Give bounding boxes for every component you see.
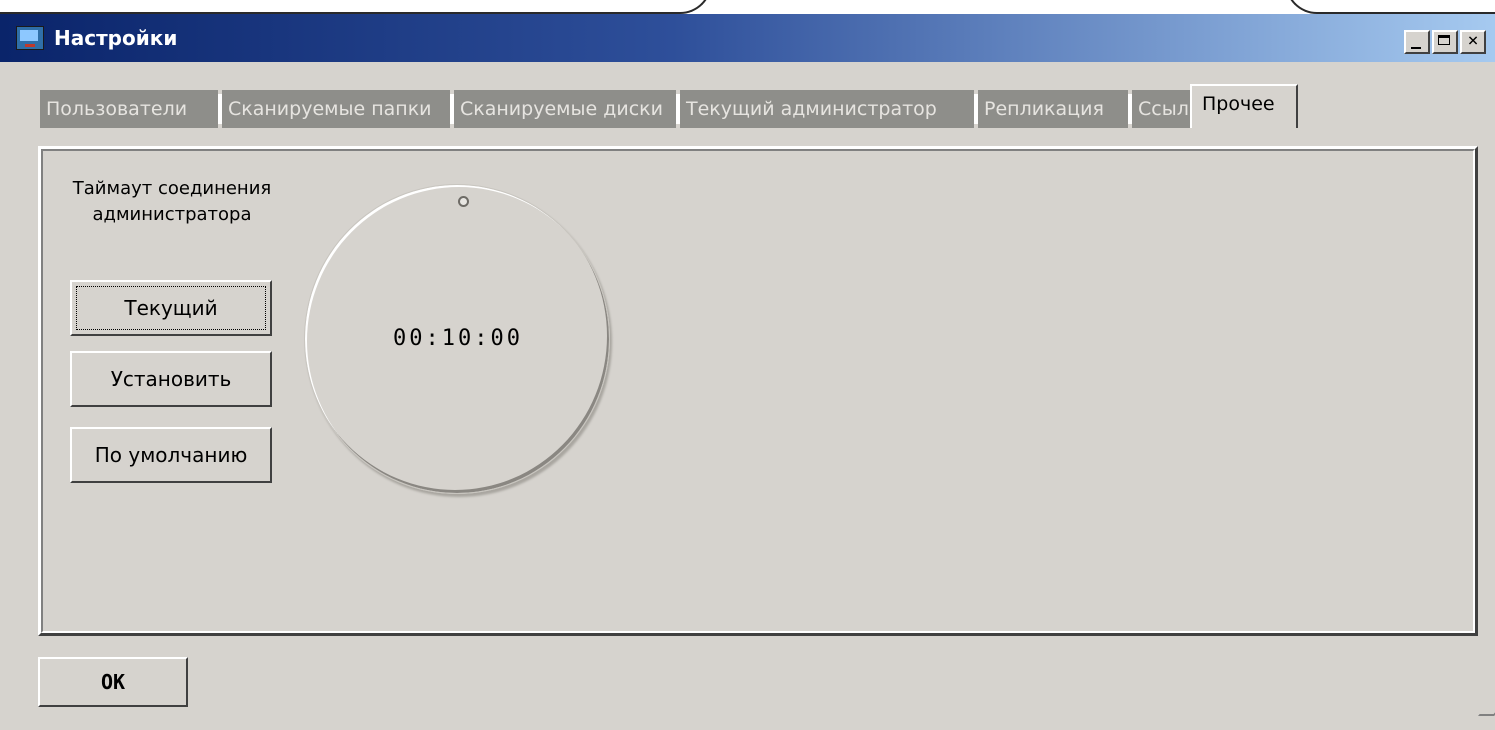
decor-curve-left [0, 0, 712, 14]
tab-label: Репликация [984, 98, 1104, 120]
minimize-icon [1411, 47, 1421, 49]
dial-handle[interactable] [458, 196, 469, 207]
tab-users[interactable]: Пользователи [40, 90, 222, 128]
tab-label: Пользователи [46, 98, 188, 120]
focus-rect [76, 286, 266, 330]
set-button[interactable]: Установить [70, 351, 272, 407]
tab-current-admin[interactable]: Текущий администратор [680, 90, 978, 128]
tab-label: Прочее [1202, 93, 1275, 115]
default-button[interactable]: По умолчанию [70, 427, 272, 483]
default-button-label: По умолчанию [94, 443, 248, 467]
ok-button[interactable]: OK [38, 657, 188, 707]
tab-replication[interactable]: Репликация [978, 90, 1132, 128]
close-icon: × [1467, 30, 1479, 51]
window-title: Настройки [54, 26, 178, 50]
title-bar[interactable]: Настройки × [0, 14, 1495, 62]
close-button[interactable]: × [1460, 30, 1486, 54]
set-button-label: Установить [110, 367, 232, 391]
tab-label: Текущий администратор [686, 98, 937, 120]
ok-button-label: OK [100, 670, 126, 694]
tab-label: Сканируемые папки [228, 98, 432, 120]
tab-label: Сканируемые диски [460, 98, 663, 120]
timeout-value: 00:10:00 [393, 326, 523, 351]
tab-scanned-folders[interactable]: Сканируемые папки [222, 90, 454, 128]
resize-grip-icon[interactable] [1478, 700, 1495, 716]
timeout-label: Таймаут соединения администратора [72, 178, 272, 225]
decor-curve-right [1285, 0, 1495, 14]
monitor-icon [16, 26, 44, 50]
minimize-button[interactable] [1404, 30, 1430, 54]
maximize-button[interactable] [1432, 30, 1458, 54]
maximize-icon [1438, 35, 1450, 45]
tab-other[interactable]: Прочее [1190, 84, 1298, 128]
settings-window: Настройки × Пользователи Сканируемые пап… [0, 0, 1495, 730]
top-decoration [0, 0, 1495, 14]
tab-scanned-disks[interactable]: Сканируемые диски [454, 90, 680, 128]
current-button[interactable]: Текущий [70, 280, 272, 336]
